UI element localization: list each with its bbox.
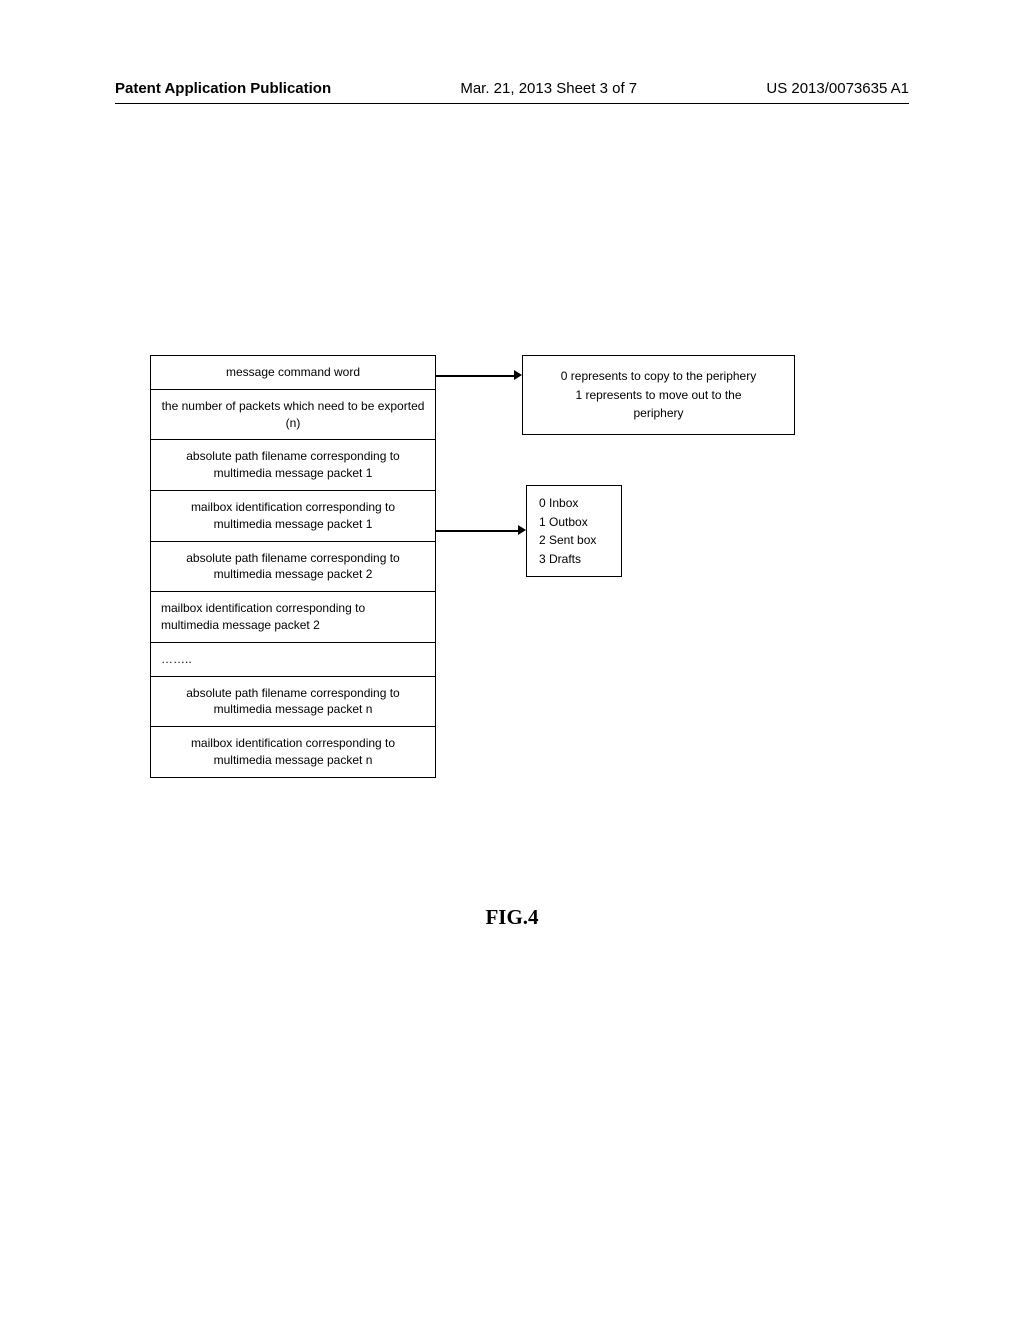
header-publication-number: US 2013/0073635 A1 [766, 80, 909, 97]
header-date-sheet: Mar. 21, 2013 Sheet 3 of 7 [460, 80, 637, 97]
table-row-mailbox-2: mailbox identification corresponding to … [151, 592, 435, 643]
table-row-ellipsis: …….. [151, 643, 435, 677]
legend-outbox: 1 Outbox [539, 513, 609, 532]
table-row-path-n: absolute path filename corresponding to … [151, 677, 435, 728]
page-header: Patent Application Publication Mar. 21, … [115, 80, 909, 104]
mailbox-id-legend: 0 Inbox 1 Outbox 2 Sent box 3 Drafts [526, 485, 622, 577]
legend-line-3: periphery [533, 404, 784, 423]
table-row-command-word: message command word [151, 356, 435, 390]
arrow-line [436, 530, 520, 532]
legend-line-2: 1 represents to move out to the [533, 386, 784, 405]
arrow-mailbox-id [436, 524, 526, 538]
table-row-mailbox-n: mailbox identification corresponding to … [151, 727, 435, 777]
figure-label: FIG.4 [0, 905, 1024, 930]
legend-line-1: 0 represents to copy to the periphery [533, 367, 784, 386]
arrow-head-icon [514, 370, 522, 380]
table-row-packet-count: the number of packets which need to be e… [151, 390, 435, 441]
table-row-path-2: absolute path filename corresponding to … [151, 542, 435, 593]
command-word-legend: 0 represents to copy to the periphery 1 … [522, 355, 795, 435]
legend-sentbox: 2 Sent box [539, 531, 609, 550]
table-row-mailbox-1: mailbox identification corresponding to … [151, 491, 435, 542]
table-row-path-1: absolute path filename corresponding to … [151, 440, 435, 491]
arrow-command-word [436, 369, 522, 383]
legend-inbox: 0 Inbox [539, 494, 609, 513]
diagram-figure-4: message command word the number of packe… [150, 355, 875, 865]
arrow-line [436, 375, 516, 377]
legend-drafts: 3 Drafts [539, 550, 609, 569]
arrow-head-icon [518, 525, 526, 535]
header-publication: Patent Application Publication [115, 80, 331, 97]
packet-structure-table: message command word the number of packe… [150, 355, 436, 778]
